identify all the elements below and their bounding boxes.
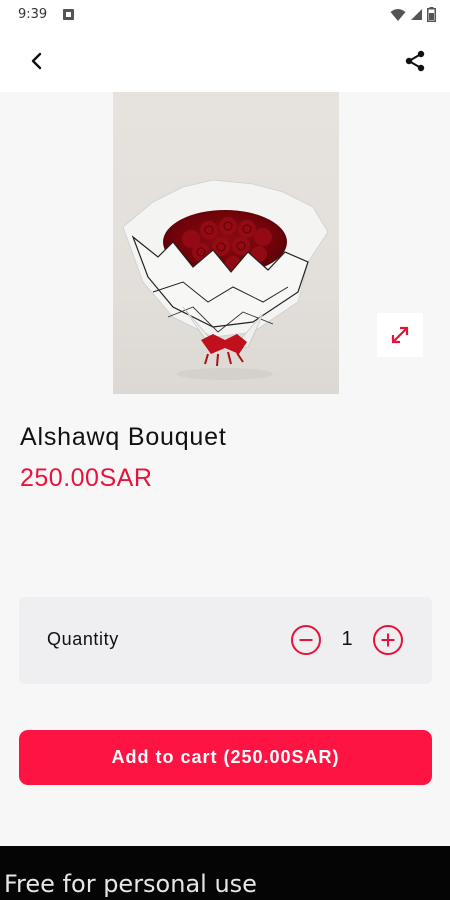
expand-icon: [391, 326, 409, 344]
status-bar: 9:39: [0, 0, 450, 30]
app-bar: [0, 30, 450, 92]
status-time: 9:39: [18, 7, 48, 22]
minus-circle-icon: [291, 625, 321, 655]
product-image[interactable]: [113, 92, 339, 394]
watermark-text: Free for personal use: [4, 870, 257, 898]
plus-circle-icon: [373, 625, 403, 655]
decrease-quantity-button[interactable]: [290, 624, 322, 656]
status-icons: [390, 7, 436, 22]
share-icon: [405, 50, 425, 72]
share-button[interactable]: [400, 46, 430, 76]
quantity-value: 1: [341, 628, 353, 650]
battery-icon: [427, 7, 436, 22]
increase-quantity-button[interactable]: [372, 624, 404, 656]
expand-image-button[interactable]: [377, 313, 423, 357]
add-to-cart-button[interactable]: Add to cart (250.00SAR): [19, 730, 432, 785]
quantity-card: Quantity 1: [19, 597, 432, 684]
notification-icon: [63, 9, 74, 20]
wifi-icon: [390, 8, 406, 21]
product-title: Alshawq Bouquet: [20, 423, 227, 451]
watermark-bar: Free for personal use: [0, 846, 450, 900]
back-arrow-icon: [31, 52, 42, 70]
signal-icon: [411, 9, 422, 20]
product-price: 250.00SAR: [20, 464, 153, 492]
back-button[interactable]: [22, 46, 52, 76]
bouquet-image: [113, 92, 339, 394]
quantity-label: Quantity: [47, 629, 119, 649]
